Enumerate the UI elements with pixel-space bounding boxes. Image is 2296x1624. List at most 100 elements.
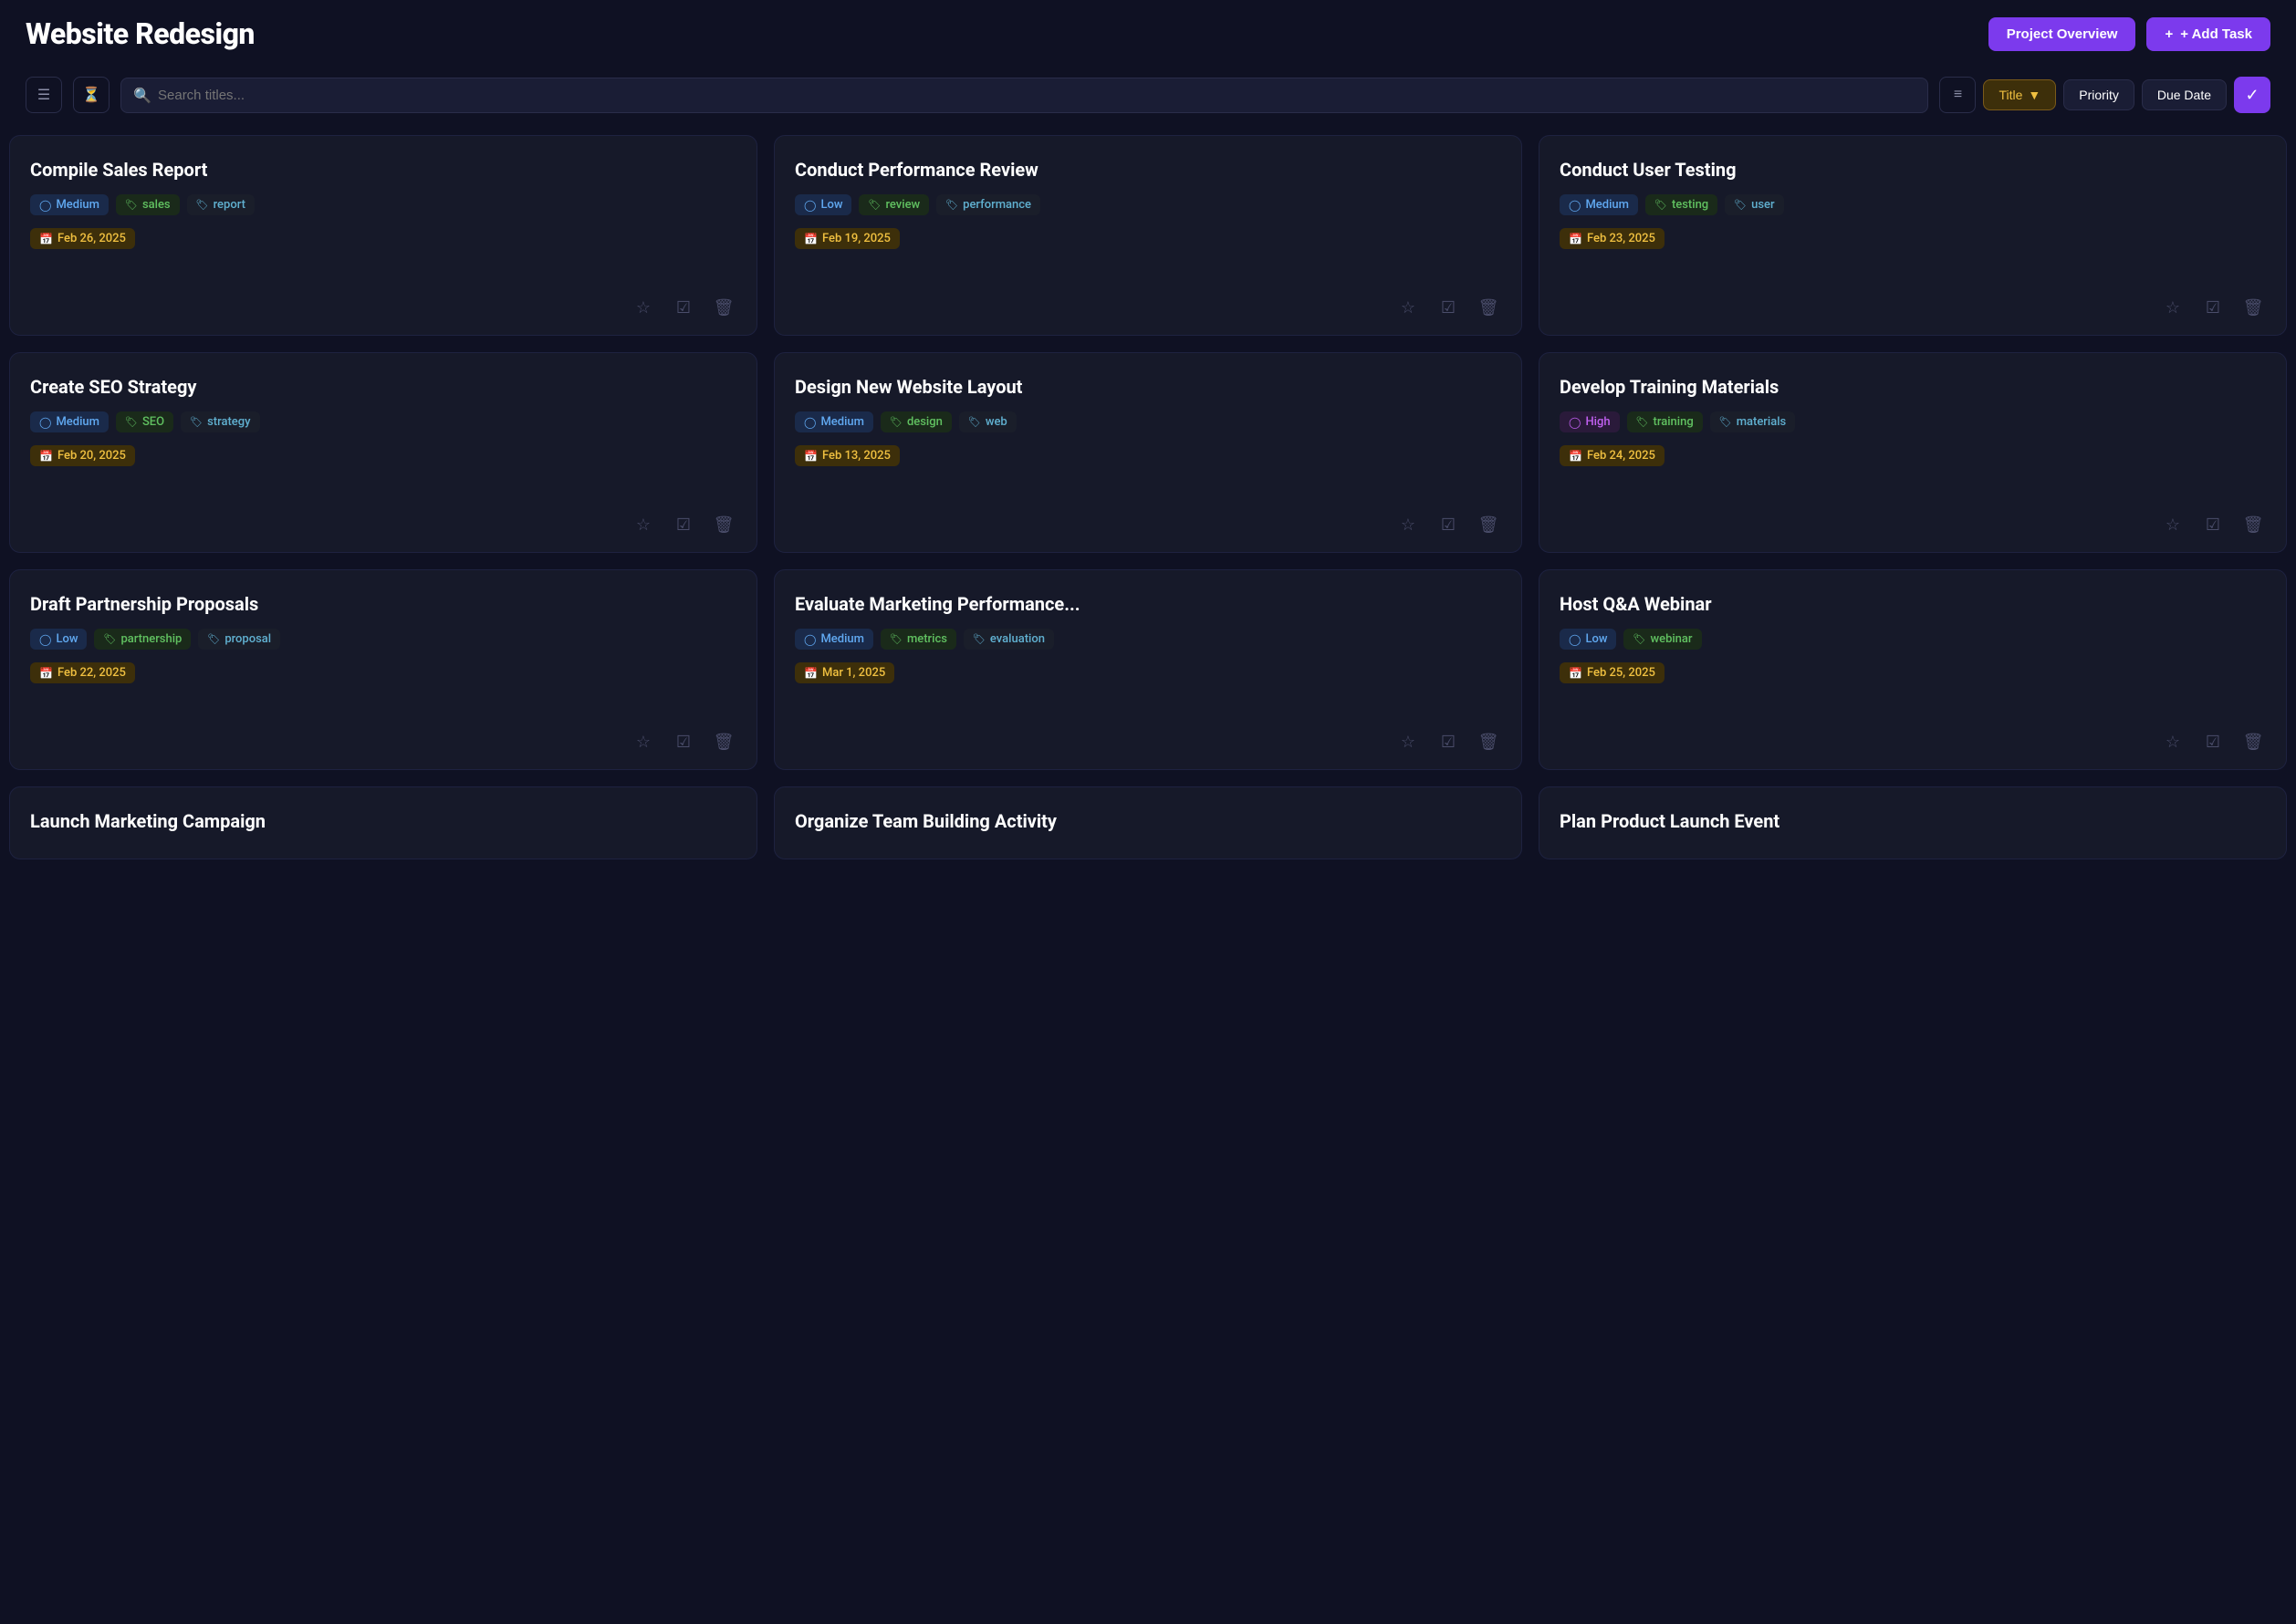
task-title: Compile Sales Report	[30, 158, 736, 182]
tag-icon: 🏷	[1636, 416, 1649, 428]
priority-label: Medium	[56, 198, 99, 212]
tag-icon: 🏷	[125, 199, 138, 211]
clock-tag-icon: ◯	[1569, 416, 1581, 429]
delete-button[interactable]: 🗑	[711, 512, 736, 537]
complete-button[interactable]: ☑	[671, 729, 696, 755]
task-tag: 🏷 partnership	[94, 629, 191, 650]
menu-button[interactable]: ☰	[26, 77, 62, 113]
tag-text: web	[986, 415, 1007, 429]
star-button[interactable]: ☆	[2160, 295, 2186, 320]
task-tag: 🏷 webinar	[1623, 629, 1701, 650]
app-title: Website Redesign	[26, 16, 255, 51]
calendar-icon: 📅	[804, 233, 818, 245]
due-date-text: Feb 20, 2025	[57, 449, 126, 463]
complete-button[interactable]: ☑	[2200, 729, 2226, 755]
task-date-row: 📅 Feb 23, 2025	[1560, 228, 2266, 249]
task-tags: ◯ Medium 🏷 metrics 🏷 evaluation	[795, 629, 1501, 650]
complete-button[interactable]: ☑	[1435, 512, 1461, 537]
search-input[interactable]	[120, 78, 1928, 113]
task-tags: ◯ Medium 🏷 SEO 🏷 strategy	[30, 411, 736, 432]
tag-icon: 🏷	[868, 199, 881, 211]
task-date-row: 📅 Feb 13, 2025	[795, 445, 1501, 466]
priority-tag: ◯ High	[1560, 411, 1620, 432]
task-card: Host Q&A Webinar ◯ Low 🏷 webinar 📅 Feb 2…	[1539, 569, 2287, 770]
delete-button[interactable]: 🗑	[1476, 512, 1501, 537]
calendar-icon: 📅	[1569, 450, 1582, 463]
priority-label: Medium	[1585, 198, 1629, 212]
star-button[interactable]: ☆	[2160, 729, 2186, 755]
tag-text: sales	[142, 198, 171, 212]
priority-tag: ◯ Low	[795, 194, 851, 215]
delete-button[interactable]: 🗑	[1476, 295, 1501, 320]
task-tag: 🏷 review	[859, 194, 929, 215]
delete-button[interactable]: 🗑	[2240, 295, 2266, 320]
chevron-down-icon: ▼	[2028, 88, 2040, 102]
app-header: Website Redesign Project Overview + + Ad…	[0, 0, 2296, 68]
delete-button[interactable]: 🗑	[1476, 729, 1501, 755]
task-tags: ◯ Medium 🏷 sales 🏷 report	[30, 194, 736, 215]
task-tags: ◯ Low 🏷 partnership 🏷 proposal	[30, 629, 736, 650]
complete-button[interactable]: ☑	[2200, 512, 2226, 537]
task-title: Organize Team Building Activity	[795, 809, 1501, 833]
check-filter-button[interactable]: ✓	[2234, 77, 2270, 113]
star-button[interactable]: ☆	[1395, 295, 1421, 320]
clock-tag-icon: ◯	[1569, 633, 1581, 646]
complete-button[interactable]: ☑	[671, 295, 696, 320]
star-button[interactable]: ☆	[2160, 512, 2186, 537]
delete-button[interactable]: 🗑	[711, 295, 736, 320]
tag-text: report	[214, 198, 245, 212]
clock-tag-icon: ◯	[39, 633, 51, 646]
due-date-tag: 📅 Feb 25, 2025	[1560, 662, 1665, 683]
due-date-text: Feb 23, 2025	[1587, 232, 1655, 245]
filter-priority-button[interactable]: Priority	[2063, 79, 2134, 110]
due-date-text: Feb 24, 2025	[1587, 449, 1655, 463]
complete-button[interactable]: ☑	[671, 512, 696, 537]
due-date-tag: 📅 Feb 13, 2025	[795, 445, 900, 466]
task-tag: 🏷 strategy	[181, 411, 259, 432]
star-button[interactable]: ☆	[1395, 729, 1421, 755]
history-button[interactable]: ⏳	[73, 77, 110, 113]
priority-tag: ◯ Medium	[795, 629, 873, 650]
tag-icon: 🏷	[190, 416, 203, 428]
due-date-tag: 📅 Feb 22, 2025	[30, 662, 135, 683]
task-card: Conduct Performance Review ◯ Low 🏷 revie…	[774, 135, 1522, 336]
task-footer: ☆ ☑ 🗑	[795, 505, 1501, 537]
filter-due-date-button[interactable]: Due Date	[2142, 79, 2227, 110]
priority-label: Low	[1585, 632, 1607, 646]
tag-text: performance	[963, 198, 1031, 212]
complete-button[interactable]: ☑	[1435, 729, 1461, 755]
task-date-row: 📅 Feb 26, 2025	[30, 228, 736, 249]
complete-button[interactable]: ☑	[2200, 295, 2226, 320]
priority-tag: ◯ Low	[1560, 629, 1616, 650]
tag-icon: 🏷	[890, 633, 903, 645]
due-date-tag: 📅 Mar 1, 2025	[795, 662, 894, 683]
star-button[interactable]: ☆	[631, 512, 656, 537]
delete-button[interactable]: 🗑	[2240, 512, 2266, 537]
project-overview-button[interactable]: Project Overview	[1988, 17, 2136, 51]
add-task-button[interactable]: + + Add Task	[2146, 17, 2270, 51]
star-button[interactable]: ☆	[631, 295, 656, 320]
task-title: Plan Product Launch Event	[1560, 809, 2266, 833]
calendar-icon: 📅	[39, 667, 53, 680]
priority-label: Medium	[56, 415, 99, 429]
filter-title-button[interactable]: Title ▼	[1983, 79, 2056, 110]
due-date-text: Feb 26, 2025	[57, 232, 126, 245]
delete-button[interactable]: 🗑	[711, 729, 736, 755]
delete-button[interactable]: 🗑	[2240, 729, 2266, 755]
priority-tag: ◯ Medium	[30, 194, 109, 215]
clock-tag-icon: ◯	[804, 633, 816, 646]
task-title: Conduct Performance Review	[795, 158, 1501, 182]
due-date-tag: 📅 Feb 23, 2025	[1560, 228, 1665, 249]
task-date-row: 📅 Feb 22, 2025	[30, 662, 736, 683]
due-date-text: Feb 22, 2025	[57, 666, 126, 680]
star-button[interactable]: ☆	[1395, 512, 1421, 537]
complete-button[interactable]: ☑	[1435, 295, 1461, 320]
plus-icon: +	[2165, 26, 2173, 42]
task-title: Develop Training Materials	[1560, 375, 2266, 399]
calendar-icon: 📅	[804, 450, 818, 463]
star-button[interactable]: ☆	[631, 729, 656, 755]
tag-text: partnership	[120, 632, 182, 646]
list-view-button[interactable]: ≡	[1939, 77, 1976, 113]
task-date-row: 📅 Feb 20, 2025	[30, 445, 736, 466]
check-icon: ✓	[2245, 86, 2259, 105]
